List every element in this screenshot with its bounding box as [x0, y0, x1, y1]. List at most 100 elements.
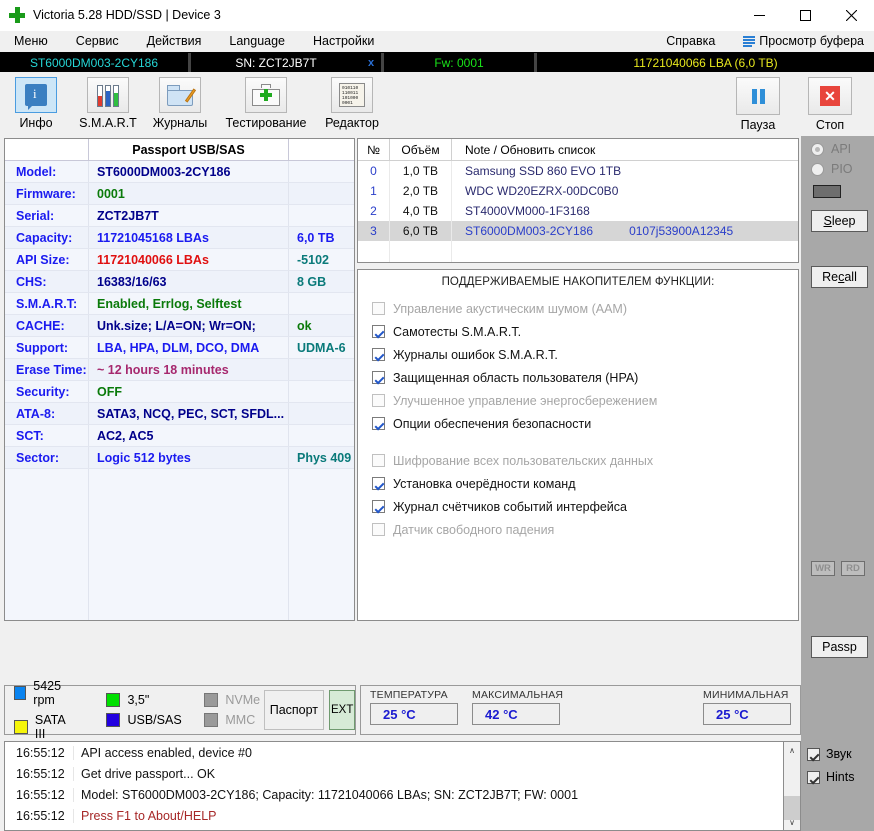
ext-button[interactable]: EXT	[329, 690, 355, 730]
legend-item-sata: SATA III	[14, 713, 79, 741]
bottom-panels: 5425 rpm SATA III 3,5" USB/SAS NVMe MMC …	[0, 679, 874, 741]
log-timestamp: 16:55:12	[16, 787, 65, 802]
feature-checkbox	[372, 371, 385, 384]
maximize-button[interactable]	[782, 0, 828, 31]
sleep-button[interactable]: Sleep	[811, 210, 868, 232]
scrollbar-thumb[interactable]	[784, 796, 800, 820]
toolbar-button-stop[interactable]: ✕ Стоп	[794, 77, 866, 132]
minimize-button[interactable]	[736, 0, 782, 31]
menu-item-language[interactable]: Language	[215, 32, 299, 51]
feature-checkbox-row: Датчик свободного падения	[358, 518, 798, 541]
passport-row-value: 11721045168 LBAs	[89, 227, 289, 248]
passport-filler	[5, 469, 354, 620]
binary-paper-icon: 010110 110011 101000 0001	[339, 83, 365, 107]
toolbar-button-info[interactable]: i Инфо	[0, 77, 72, 130]
passport-row-extra	[289, 161, 354, 182]
device-close-mark[interactable]: x	[361, 53, 381, 72]
bottom-right-filler	[801, 685, 874, 741]
column-header-note[interactable]: Note / Обновить список	[452, 139, 798, 160]
close-button[interactable]	[828, 0, 874, 31]
toolbar-label-info: Инфо	[19, 116, 53, 130]
feature-checkbox-row: Шифрование всех пользовательских данных	[358, 449, 798, 472]
log-row: 16:55:12 Press F1 to About/HELP	[5, 805, 783, 826]
log-row: 16:55:12 Model: ST6000DM003-2CY186; Capac…	[5, 784, 783, 805]
scrollbar-track[interactable]	[784, 758, 800, 820]
legend-swatch-rpm	[14, 686, 27, 700]
scroll-up-icon[interactable]: ∧	[784, 742, 800, 758]
radio-api[interactable]: API	[801, 136, 874, 156]
toolbar: i Инфо S.M.A.R.T Журналы Тестирование 01…	[0, 72, 874, 136]
temperature-current-label: ТЕМПЕРАТУРА	[370, 689, 448, 701]
device-row-size: 6,0 TB	[390, 221, 452, 241]
device-row-note-text: WDC WD20EZRX-00DC0B0	[465, 184, 619, 198]
feature-checkbox-row[interactable]: Журналы ошибок S.M.A.R.T.	[358, 343, 798, 366]
device-list-table[interactable]: № Объём Note / Обновить список 0 1,0 TB Sa…	[357, 138, 799, 263]
passport-row-value: ~ 12 hours 18 minutes	[89, 359, 289, 380]
toolbar-label-testing: Тестирование	[225, 116, 307, 130]
passport-row-value: OFF	[89, 381, 289, 402]
checkbox-sound-box	[807, 747, 820, 761]
toolbar-button-logs[interactable]: Журналы	[144, 77, 216, 130]
passport-row: Security: OFF	[5, 381, 354, 403]
feature-checkbox-row[interactable]: Опции обеспечения безопасности	[358, 412, 798, 435]
legend-label-usbsas: USB/SAS	[127, 713, 182, 727]
menu-item-settings[interactable]: Настройки	[299, 32, 388, 51]
passport-row-label: API Size:	[5, 249, 89, 270]
passport-row-label: S.M.A.R.T:	[5, 293, 89, 314]
log-message: Press F1 to About/HELP	[73, 808, 783, 823]
device-row-note: Samsung SSD 860 EVO 1TB	[452, 161, 798, 181]
legend-swatch-nvme	[204, 693, 219, 707]
passport-row-value: Logic 512 bytes	[89, 447, 289, 468]
checkbox-hints[interactable]: Hints	[807, 770, 874, 784]
device-list-row[interactable]: 2 4,0 TB ST4000VM000-1F3168	[358, 201, 798, 221]
device-list-row[interactable]: 0 1,0 TB Samsung SSD 860 EVO 1TB	[358, 161, 798, 181]
status-color-swatch	[813, 185, 841, 198]
temperature-min-label: МИНИМАЛЬНАЯ	[703, 689, 789, 701]
menu-item-help[interactable]: Справка	[652, 32, 729, 51]
recall-button[interactable]: Recall	[811, 266, 868, 288]
pause-icon	[751, 88, 765, 104]
menu-item-actions[interactable]: Действия	[133, 32, 216, 51]
device-row-note-serial: 0107j53900A12345	[629, 224, 734, 238]
feature-checkbox-row[interactable]: Защищенная область пользователя (HPA)	[358, 366, 798, 389]
menu-item-menu[interactable]: Меню	[0, 32, 62, 51]
passport-row-value: LBA, HPA, DLM, DCO, DMA	[89, 337, 289, 358]
device-list-empty-row[interactable]	[358, 261, 798, 262]
passport-row: API Size: 11721040066 LBAs -5102	[5, 249, 354, 271]
menu-item-buffer-view[interactable]: Просмотр буфера	[729, 32, 874, 51]
legend-swatch-mmc	[204, 713, 219, 727]
feature-checkbox-row[interactable]: Установка очерёдности команд	[358, 472, 798, 495]
toolbar-button-smart[interactable]: S.M.A.R.T	[72, 77, 144, 130]
passport-row-label: Firmware:	[5, 183, 89, 204]
passport-row-extra: 6,0 TB	[297, 230, 335, 245]
legend-group-2: 3,5" USB/SAS	[106, 693, 182, 727]
toolbar-button-pause[interactable]: Пауза	[722, 77, 794, 132]
passport-button[interactable]: Паспорт	[263, 690, 325, 730]
device-row-note: WDC WD20EZRX-00DC0B0	[452, 181, 798, 201]
feature-checkbox-row[interactable]: Самотесты S.M.A.R.T.	[358, 320, 798, 343]
wr-button[interactable]: WR	[811, 561, 835, 576]
legend-group-3: NVMe MMC	[204, 693, 260, 727]
folder-pencil-icon	[167, 84, 197, 106]
log-message: Get drive passport... OK	[73, 766, 783, 781]
menu-item-service[interactable]: Сервис	[62, 32, 133, 51]
list-lines-icon	[743, 35, 756, 47]
device-list-row[interactable]: 3 6,0 TB ST6000DM003-2CY186 0107j53900A1234…	[358, 221, 798, 241]
device-list-empty-row[interactable]	[358, 241, 798, 261]
log-scrollbar[interactable]: ∧ ∨	[784, 741, 801, 831]
toolbar-button-testing[interactable]: Тестирование	[216, 77, 316, 130]
window-title: Victoria 5.28 HDD/SSD | Device 3	[33, 8, 221, 22]
feature-label: Опции обеспечения безопасности	[393, 416, 592, 431]
radio-pio[interactable]: PIO	[801, 156, 874, 176]
passport-row-value: 16383/16/63	[89, 271, 289, 292]
device-status-bar: ST6000DM003-2CY186 SN: ZCT2JB7T x Fw: 00…	[0, 52, 874, 72]
legend-item-formfactor: 3,5"	[106, 693, 181, 707]
passport-row: Support: LBA, HPA, DLM, DCO, DMA UDMA-6	[5, 337, 354, 359]
device-list-row[interactable]: 1 2,0 TB WDC WD20EZRX-00DC0B0	[358, 181, 798, 201]
rd-button[interactable]: RD	[841, 561, 865, 576]
toolbar-button-editor[interactable]: 010110 110011 101000 0001 Редактор	[316, 77, 388, 130]
passp-button[interactable]: Passp	[811, 636, 868, 658]
checkbox-sound[interactable]: Звук	[807, 747, 874, 761]
feature-checkbox-row[interactable]: Журнал счётчиков событий интерфейса	[358, 495, 798, 518]
log-list[interactable]: 16:55:12 API access enabled, device #0 16:…	[4, 741, 784, 831]
